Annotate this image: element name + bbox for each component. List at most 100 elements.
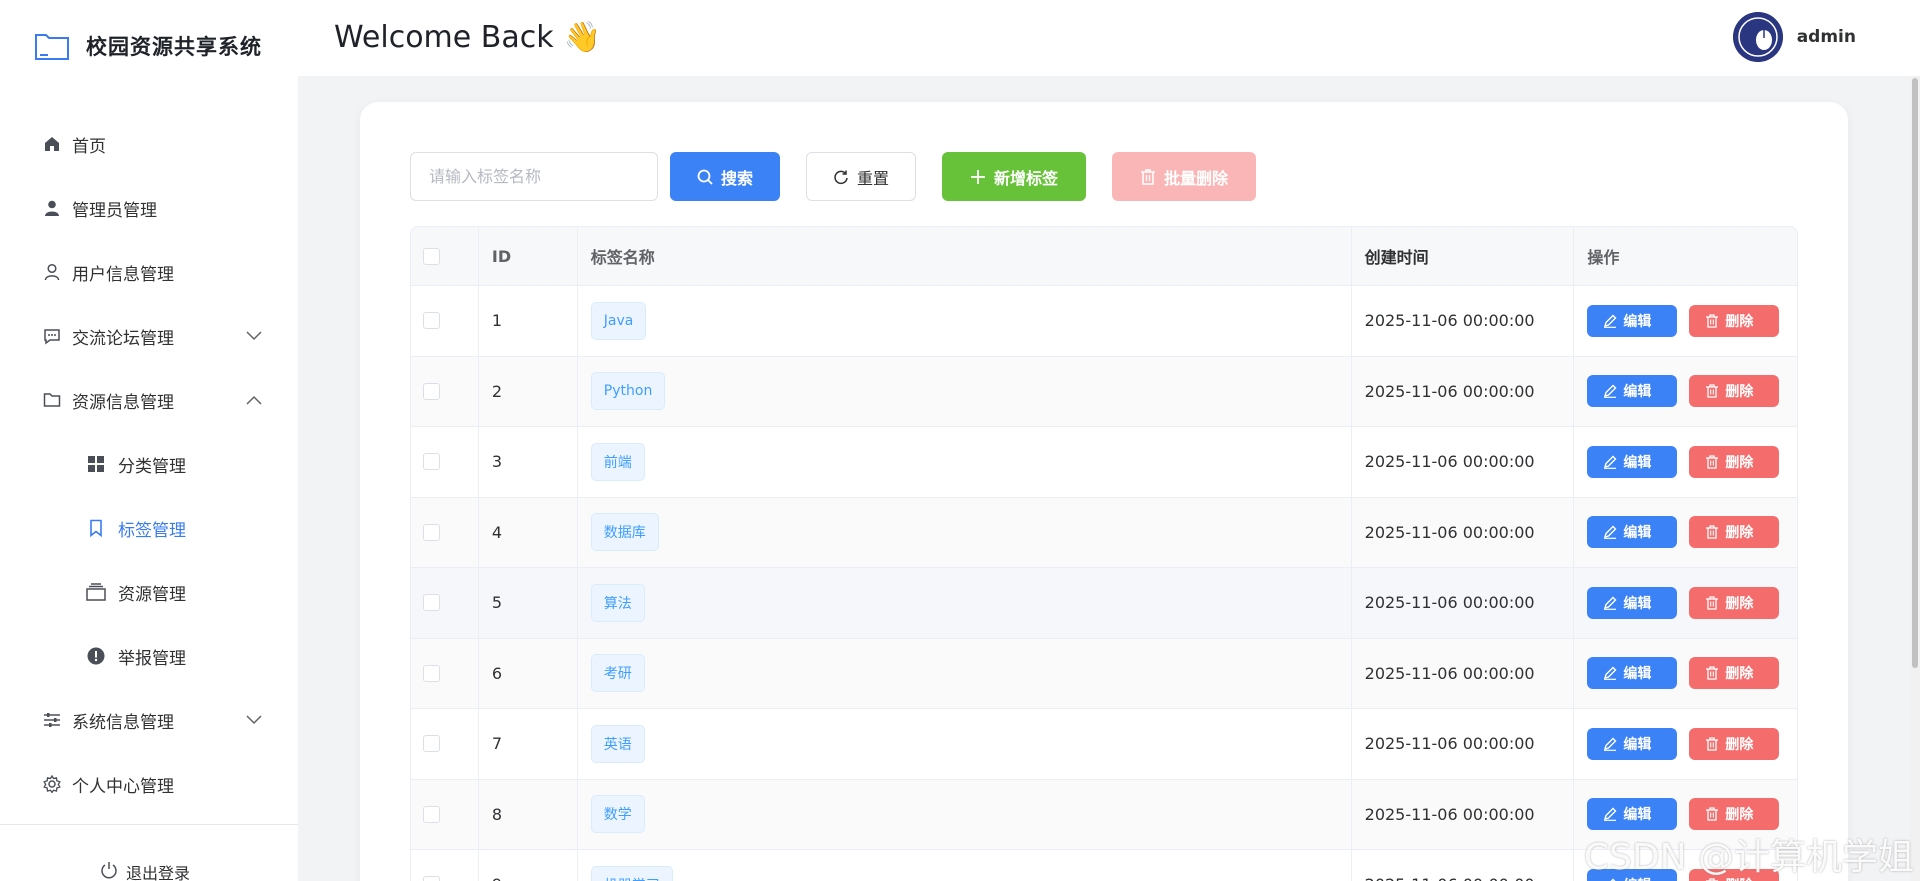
batch-delete-button-label: 批量删除 [1163, 168, 1228, 188]
delete-button-label: 删除 [1725, 736, 1754, 753]
tag-badge: Python [590, 372, 666, 411]
row-checkbox[interactable] [423, 594, 440, 612]
trash-icon [1705, 314, 1719, 328]
row-checkbox-cell [411, 638, 479, 708]
batch-delete-button[interactable]: 批量删除 [1112, 152, 1256, 201]
avatar[interactable] [1732, 12, 1783, 62]
sidebar-item-resource-info[interactable]: 资源信息管理 [0, 368, 298, 432]
grid-icon [86, 454, 106, 474]
header: Welcome Back 👋 admin [298, 0, 1920, 76]
row-tag-cell: 数学 [578, 779, 1352, 849]
edit-button[interactable]: 编辑 [1587, 445, 1678, 478]
sidebar-subitem-report[interactable]: 举报管理 [0, 624, 298, 688]
row-created-time: 2025-11-06 00:00:00 [1352, 356, 1575, 426]
trash-icon [1705, 596, 1719, 610]
select-all-checkbox[interactable] [423, 247, 440, 265]
sidebar-item-forum[interactable]: 交流论坛管理 [0, 304, 298, 368]
header-created-time: 创建时间 [1352, 227, 1575, 285]
sidebar-item-label: 资源信息管理 [72, 392, 174, 413]
edit-button[interactable]: 编辑 [1587, 586, 1678, 619]
scrollbar-thumb[interactable] [1912, 78, 1918, 668]
sidebar-subitem-category[interactable]: 分类管理 [0, 432, 298, 496]
sidebar-item-admin[interactable]: 管理员管理 [0, 176, 298, 240]
edit-button[interactable]: 编辑 [1587, 516, 1678, 549]
reset-button[interactable]: 重置 [806, 152, 916, 201]
row-id: 1 [479, 286, 578, 356]
toolbar: 搜索 重置 新增标签 批量删除 [410, 152, 1256, 201]
row-checkbox[interactable] [423, 523, 440, 541]
edit-icon [1603, 384, 1617, 399]
row-created-time: 2025-11-06 00:00:00 [1352, 286, 1575, 356]
username: admin [1796, 27, 1856, 47]
logout-button[interactable]: 退出登录 [100, 860, 190, 881]
delete-button-label: 删除 [1725, 384, 1754, 401]
sliders-icon [42, 710, 62, 730]
edit-button-label: 编辑 [1623, 525, 1652, 542]
row-id: 8 [479, 779, 578, 849]
edit-button[interactable]: 编辑 [1587, 304, 1678, 337]
row-id: 9 [479, 850, 578, 881]
tag-badge: 数学 [590, 795, 645, 834]
search-icon [697, 169, 713, 185]
user-menu[interactable]: admin [1732, 12, 1856, 62]
user-filled-icon [42, 198, 62, 218]
search-button[interactable]: 搜索 [670, 152, 780, 201]
sidebar-item-personal[interactable]: 个人中心管理 [0, 752, 298, 816]
sidebar-subitem-tag[interactable]: 标签管理 [0, 496, 298, 560]
edit-button[interactable]: 编辑 [1587, 798, 1678, 831]
delete-button[interactable]: 删除 [1689, 657, 1780, 690]
trash-icon [1705, 455, 1719, 469]
delete-button[interactable]: 删除 [1689, 445, 1780, 478]
edit-button[interactable]: 编辑 [1587, 657, 1678, 690]
delete-button[interactable]: 删除 [1689, 304, 1780, 337]
delete-button[interactable]: 删除 [1689, 516, 1780, 549]
table-row: 5 算法 2025-11-06 00:00:00 编辑 删除 [411, 568, 1797, 639]
row-operations: 编辑 删除 [1574, 709, 1797, 779]
sidebar-item-label: 管理员管理 [72, 200, 157, 221]
row-checkbox-cell [411, 497, 479, 567]
row-operations: 编辑 删除 [1574, 357, 1797, 427]
row-checkbox[interactable] [423, 453, 440, 471]
trash-icon [1705, 384, 1719, 398]
home-icon [42, 134, 62, 154]
row-created-time: 2025-11-06 00:00:00 [1352, 779, 1575, 849]
row-checkbox[interactable] [423, 805, 440, 823]
table-row: 2 Python 2025-11-06 00:00:00 编辑 删除 [411, 356, 1797, 427]
edit-icon [1603, 314, 1617, 328]
row-checkbox[interactable] [423, 664, 440, 682]
row-checkbox-cell [411, 356, 479, 426]
welcome-text: Welcome Back [334, 20, 554, 55]
power-icon [100, 861, 118, 881]
sidebar-subitem-resource[interactable]: 资源管理 [0, 560, 298, 624]
row-checkbox-cell [411, 286, 479, 356]
row-checkbox[interactable] [423, 876, 440, 881]
page-scrollbar[interactable] [1910, 76, 1920, 881]
sidebar-item-label: 系统信息管理 [72, 712, 174, 733]
row-checkbox[interactable] [423, 312, 440, 330]
delete-button[interactable]: 删除 [1689, 727, 1780, 760]
row-checkbox[interactable] [423, 735, 440, 753]
edit-button[interactable]: 编辑 [1587, 375, 1678, 408]
sidebar-item-home[interactable]: 首页 [0, 112, 298, 176]
row-tag-cell: 前端 [578, 427, 1352, 497]
folder-icon [42, 390, 62, 410]
delete-button[interactable]: 删除 [1689, 375, 1780, 408]
edit-icon [1603, 596, 1617, 610]
edit-icon [1603, 455, 1617, 469]
user-icon [42, 262, 62, 282]
sidebar-item-system[interactable]: 系统信息管理 [0, 688, 298, 752]
add-tag-button[interactable]: 新增标签 [942, 152, 1086, 201]
tag-search-input[interactable] [410, 152, 658, 201]
table-row: 1 Java 2025-11-06 00:00:00 编辑 删除 [411, 286, 1797, 357]
sidebar-subitem-label: 分类管理 [118, 456, 186, 477]
edit-button[interactable]: 编辑 [1587, 727, 1678, 760]
sidebar-item-user-info[interactable]: 用户信息管理 [0, 240, 298, 304]
delete-button[interactable]: 删除 [1689, 586, 1780, 619]
row-checkbox-cell [411, 709, 479, 779]
delete-button[interactable]: 删除 [1689, 798, 1780, 831]
row-id: 5 [479, 568, 578, 638]
row-checkbox[interactable] [423, 382, 440, 400]
trash-icon [1140, 168, 1156, 185]
row-operations: 编辑 删除 [1574, 286, 1797, 356]
folder-logo-icon [34, 31, 70, 61]
